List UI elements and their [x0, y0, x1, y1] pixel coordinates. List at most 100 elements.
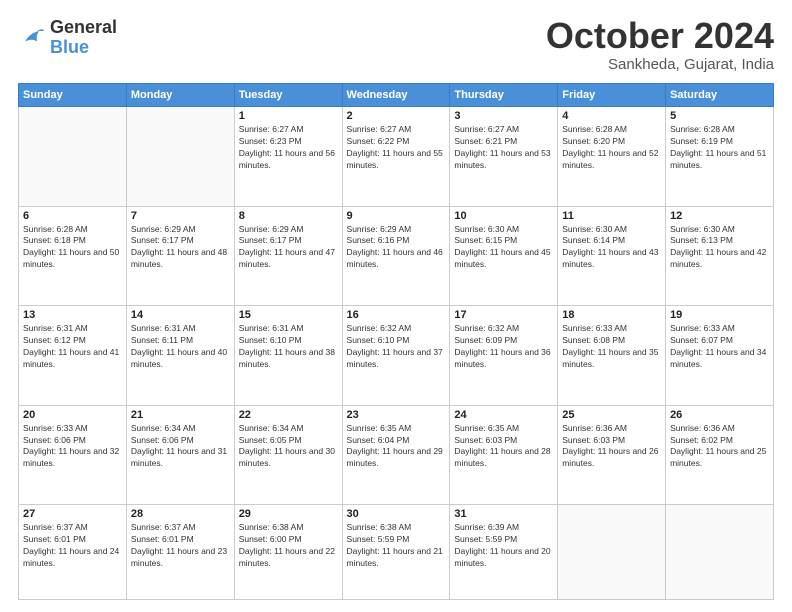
logo-bird-icon: [18, 24, 46, 52]
day-cell: 23 Sunrise: 6:35 AMSunset: 6:04 PMDayligh…: [342, 405, 450, 505]
header: General Blue October 2024 Sankheda, Guja…: [18, 18, 774, 73]
day-info: Sunrise: 6:29 AMSunset: 6:17 PMDaylight:…: [239, 224, 338, 272]
day-number: 8: [239, 210, 338, 222]
day-cell: 3Sunrise: 6:27 AMSunset: 6:21 PMDaylight…: [450, 107, 558, 207]
day-cell: [19, 107, 127, 207]
day-cell: [558, 505, 666, 600]
day-cell: 11 Sunrise: 6:30 AMSunset: 6:14 PMDayligh…: [558, 206, 666, 306]
day-info: Sunrise: 6:32 AMSunset: 6:09 PMDaylight:…: [454, 323, 553, 371]
day-info: Sunrise: 6:27 AMSunset: 6:23 PMDaylight:…: [239, 124, 338, 172]
day-info: Sunrise: 6:30 AMSunset: 6:15 PMDaylight:…: [454, 224, 553, 272]
day-info: Sunrise: 6:31 AMSunset: 6:10 PMDaylight:…: [239, 323, 338, 371]
day-cell: 10 Sunrise: 6:30 AMSunset: 6:15 PMDayligh…: [450, 206, 558, 306]
day-cell: 28 Sunrise: 6:37 AMSunset: 6:01 PMDayligh…: [126, 505, 234, 600]
day-cell: 26 Sunrise: 6:36 AMSunset: 6:02 PMDayligh…: [666, 405, 774, 505]
day-info: Sunrise: 6:34 AMSunset: 6:06 PMDaylight:…: [131, 423, 230, 471]
day-cell: 4 Sunrise: 6:28 AMSunset: 6:20 PMDaylight…: [558, 107, 666, 207]
day-info: Sunrise: 6:35 AMSunset: 6:04 PMDaylight:…: [347, 423, 446, 471]
day-info: Sunrise: 6:33 AMSunset: 6:08 PMDaylight:…: [562, 323, 661, 371]
day-cell: [126, 107, 234, 207]
day-number: 1: [239, 110, 338, 122]
logo-line2: Blue: [50, 38, 117, 58]
day-cell: 12Sunrise: 6:30 AMSunset: 6:13 PMDayligh…: [666, 206, 774, 306]
day-cell: 1 Sunrise: 6:27 AMSunset: 6:23 PMDaylight…: [234, 107, 342, 207]
day-number: 4: [562, 110, 661, 122]
week-row-3: 13 Sunrise: 6:31 AMSunset: 6:12 PMDayligh…: [19, 306, 774, 406]
day-number: 2: [347, 110, 446, 122]
day-info: Sunrise: 6:27 AMSunset: 6:22 PMDaylight:…: [347, 124, 446, 172]
weekday-header-thursday: Thursday: [450, 84, 558, 107]
week-row-1: 1 Sunrise: 6:27 AMSunset: 6:23 PMDaylight…: [19, 107, 774, 207]
day-info: Sunrise: 6:37 AMSunset: 6:01 PMDaylight:…: [23, 522, 122, 570]
day-info: Sunrise: 6:35 AMSunset: 6:03 PMDaylight:…: [454, 423, 553, 471]
day-number: 10: [454, 210, 553, 222]
day-number: 15: [239, 309, 338, 321]
day-number: 24: [454, 409, 553, 421]
day-number: 28: [131, 508, 230, 520]
day-number: 13: [23, 309, 122, 321]
day-info: Sunrise: 6:31 AMSunset: 6:12 PMDaylight:…: [23, 323, 122, 371]
day-cell: 9 Sunrise: 6:29 AMSunset: 6:16 PMDaylight…: [342, 206, 450, 306]
day-cell: 14Sunrise: 6:31 AMSunset: 6:11 PMDayligh…: [126, 306, 234, 406]
weekday-header-row: SundayMondayTuesdayWednesdayThursdayFrid…: [19, 84, 774, 107]
day-info: Sunrise: 6:37 AMSunset: 6:01 PMDaylight:…: [131, 522, 230, 570]
day-number: 18: [562, 309, 661, 321]
day-info: Sunrise: 6:29 AMSunset: 6:16 PMDaylight:…: [347, 224, 446, 272]
week-row-5: 27 Sunrise: 6:37 AMSunset: 6:01 PMDayligh…: [19, 505, 774, 600]
day-info: Sunrise: 6:30 AMSunset: 6:14 PMDaylight:…: [562, 224, 661, 272]
month-title: October 2024: [546, 18, 774, 54]
day-number: 29: [239, 508, 338, 520]
day-number: 6: [23, 210, 122, 222]
day-info: Sunrise: 6:38 AMSunset: 5:59 PMDaylight:…: [347, 522, 446, 570]
day-cell: 8 Sunrise: 6:29 AMSunset: 6:17 PMDaylight…: [234, 206, 342, 306]
logo: General Blue: [18, 18, 117, 58]
day-info: Sunrise: 6:38 AMSunset: 6:00 PMDaylight:…: [239, 522, 338, 570]
day-number: 23: [347, 409, 446, 421]
day-number: 27: [23, 508, 122, 520]
day-cell: 29 Sunrise: 6:38 AMSunset: 6:00 PMDayligh…: [234, 505, 342, 600]
title-block: October 2024 Sankheda, Gujarat, India: [546, 18, 774, 73]
day-cell: 2 Sunrise: 6:27 AMSunset: 6:22 PMDaylight…: [342, 107, 450, 207]
day-info: Sunrise: 6:34 AMSunset: 6:05 PMDaylight:…: [239, 423, 338, 471]
day-info: Sunrise: 6:32 AMSunset: 6:10 PMDaylight:…: [347, 323, 446, 371]
weekday-header-saturday: Saturday: [666, 84, 774, 107]
day-number: 3: [454, 110, 553, 122]
day-number: 26: [670, 409, 769, 421]
day-cell: 17 Sunrise: 6:32 AMSunset: 6:09 PMDayligh…: [450, 306, 558, 406]
day-number: 17: [454, 309, 553, 321]
day-cell: 20Sunrise: 6:33 AMSunset: 6:06 PMDayligh…: [19, 405, 127, 505]
day-cell: [666, 505, 774, 600]
day-info: Sunrise: 6:28 AMSunset: 6:18 PMDaylight:…: [23, 224, 122, 272]
day-cell: 19Sunrise: 6:33 AMSunset: 6:07 PMDayligh…: [666, 306, 774, 406]
weekday-header-friday: Friday: [558, 84, 666, 107]
week-row-2: 6 Sunrise: 6:28 AMSunset: 6:18 PMDaylight…: [19, 206, 774, 306]
day-number: 20: [23, 409, 122, 421]
day-cell: 25Sunrise: 6:36 AMSunset: 6:03 PMDayligh…: [558, 405, 666, 505]
day-cell: 30 Sunrise: 6:38 AMSunset: 5:59 PMDayligh…: [342, 505, 450, 600]
day-cell: 13 Sunrise: 6:31 AMSunset: 6:12 PMDayligh…: [19, 306, 127, 406]
day-cell: 22 Sunrise: 6:34 AMSunset: 6:05 PMDayligh…: [234, 405, 342, 505]
day-cell: 16Sunrise: 6:32 AMSunset: 6:10 PMDayligh…: [342, 306, 450, 406]
day-number: 5: [670, 110, 769, 122]
day-number: 11: [562, 210, 661, 222]
weekday-header-sunday: Sunday: [19, 84, 127, 107]
day-cell: 6 Sunrise: 6:28 AMSunset: 6:18 PMDaylight…: [19, 206, 127, 306]
page: General Blue October 2024 Sankheda, Guja…: [0, 0, 792, 612]
day-number: 7: [131, 210, 230, 222]
day-number: 22: [239, 409, 338, 421]
day-number: 31: [454, 508, 553, 520]
weekday-header-tuesday: Tuesday: [234, 84, 342, 107]
day-info: Sunrise: 6:28 AMSunset: 6:20 PMDaylight:…: [562, 124, 661, 172]
day-info: Sunrise: 6:29 AMSunset: 6:17 PMDaylight:…: [131, 224, 230, 272]
day-cell: 31 Sunrise: 6:39 AMSunset: 5:59 PMDayligh…: [450, 505, 558, 600]
day-cell: 21Sunrise: 6:34 AMSunset: 6:06 PMDayligh…: [126, 405, 234, 505]
day-info: Sunrise: 6:39 AMSunset: 5:59 PMDaylight:…: [454, 522, 553, 570]
day-cell: 27 Sunrise: 6:37 AMSunset: 6:01 PMDayligh…: [19, 505, 127, 600]
day-info: Sunrise: 6:33 AMSunset: 6:07 PMDaylight:…: [670, 323, 769, 371]
day-info: Sunrise: 6:28 AMSunset: 6:19 PMDaylight:…: [670, 124, 769, 172]
day-number: 30: [347, 508, 446, 520]
day-number: 9: [347, 210, 446, 222]
day-info: Sunrise: 6:36 AMSunset: 6:02 PMDaylight:…: [670, 423, 769, 471]
location: Sankheda, Gujarat, India: [546, 56, 774, 73]
day-cell: 15 Sunrise: 6:31 AMSunset: 6:10 PMDayligh…: [234, 306, 342, 406]
